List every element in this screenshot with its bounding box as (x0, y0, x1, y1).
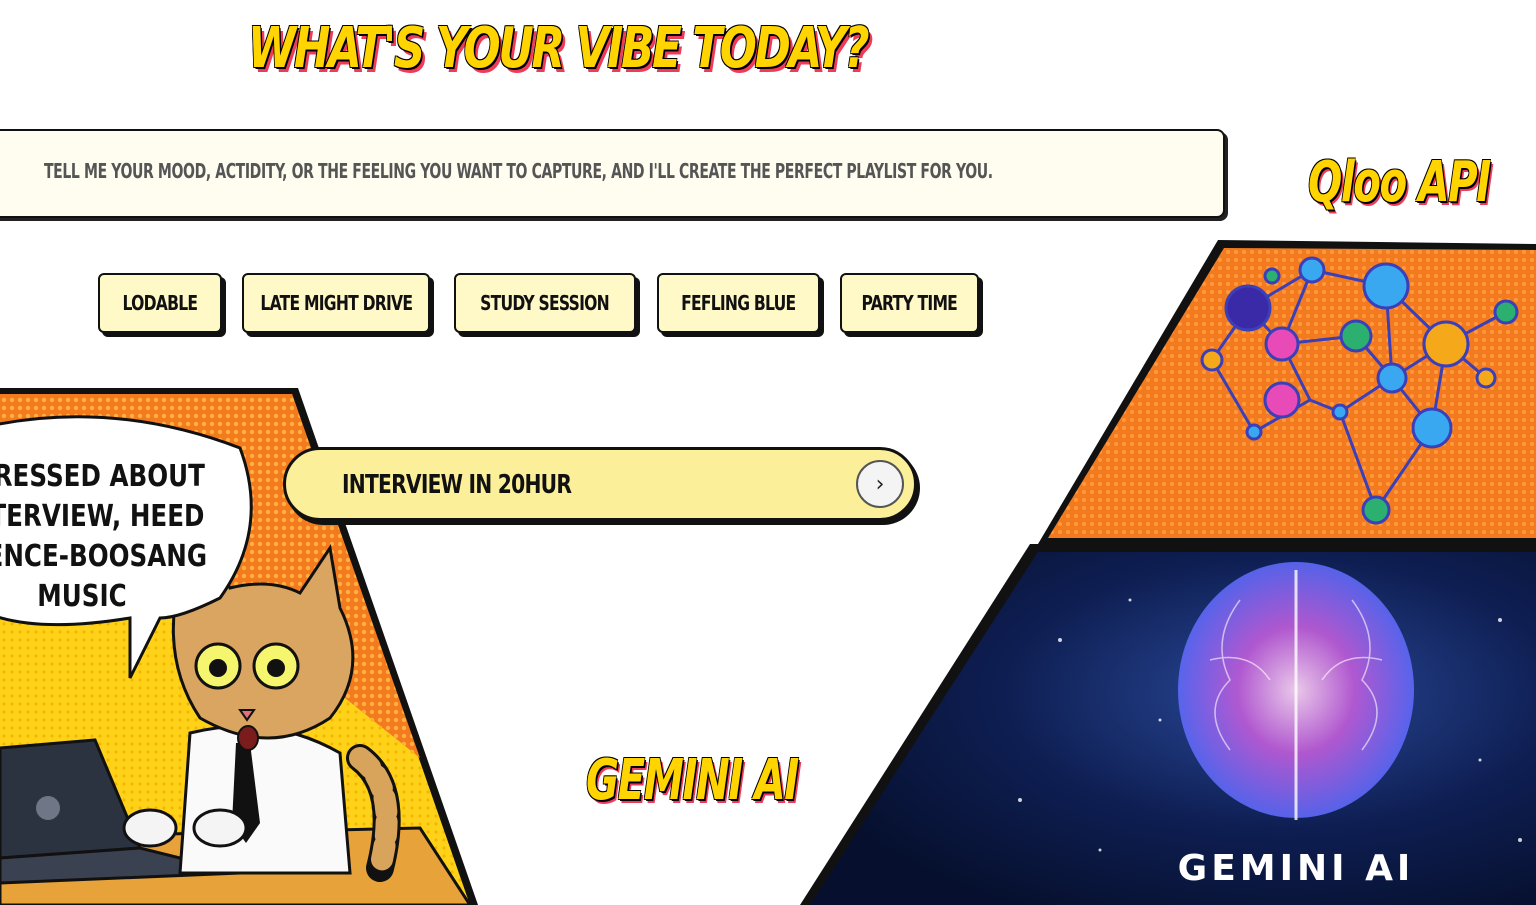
api-illustration-panel: GEMINI AI (800, 240, 1536, 905)
qloo-api-label: Qloo API (1308, 150, 1491, 215)
bubble-line-2: INTERVIEW, HEED (0, 500, 204, 534)
chip-lodable[interactable]: LODABLE (98, 273, 222, 333)
chip-study-session[interactable]: STUDY SESSION (454, 273, 636, 333)
gemini-ai-label: GEMINI AI (586, 748, 799, 813)
gemini-art-caption: GEMINI AI (1178, 848, 1415, 889)
vibe-entry-text: INTERVIEW IN 20HUR (342, 470, 572, 500)
page-title: WHAT'S YOUR VIBE TODAY? (248, 16, 870, 81)
bubble-line-4: MUSIC (37, 580, 126, 614)
prompt-placeholder: TELL ME YOUR MOOD, ACTIDITY, OR THE FEEL… (44, 159, 993, 183)
chip-feeling-blue[interactable]: FEFLING BLUE (657, 273, 820, 333)
vibe-prompt-input[interactable]: TELL ME YOUR MOOD, ACTIDITY, OR THE FEEL… (0, 129, 1225, 218)
chip-late-night-drive[interactable]: LATE MIGHT DRIVE (242, 273, 430, 333)
bubble-line-3: IDENCE-BOOSANG (0, 540, 207, 574)
bubble-line-1: STRESSED ABOUT (0, 460, 205, 494)
